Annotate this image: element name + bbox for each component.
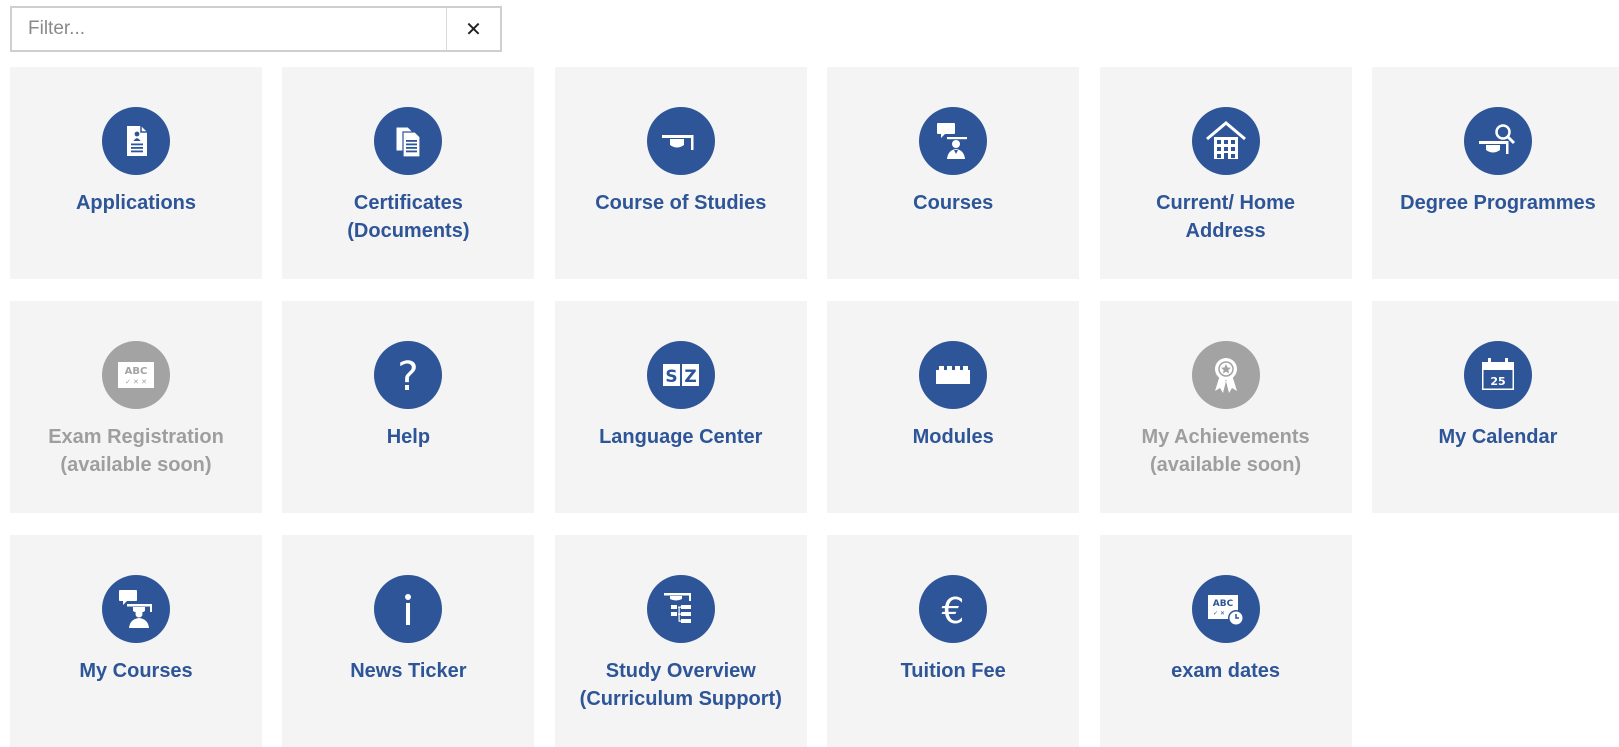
tile-current-home-address[interactable]: Current/ Home Address xyxy=(1099,67,1352,279)
tile-label: Course of Studies xyxy=(595,192,767,214)
tile-label: Current/ Home Address xyxy=(1156,192,1296,242)
tile-label: Degree Programmes xyxy=(1400,192,1596,214)
calendar-icon: 25 xyxy=(1463,341,1532,409)
svg-text:S: S xyxy=(665,367,677,387)
svg-text:✓ ✕ ✕: ✓ ✕ ✕ xyxy=(125,378,147,386)
house-icon xyxy=(1191,107,1260,175)
tile-my-achievements[interactable]: My Achievements (available soon) xyxy=(1099,301,1352,513)
tile-label: Courses xyxy=(913,192,994,214)
tile-label: Help xyxy=(386,426,431,448)
filter-input[interactable] xyxy=(12,8,446,50)
tile-label: My Calendar xyxy=(1438,426,1558,448)
close-icon: ✕ xyxy=(465,17,482,41)
tile-label: My Courses xyxy=(79,660,193,682)
svg-text:Z: Z xyxy=(684,367,696,387)
svg-text:€: € xyxy=(942,591,965,631)
award-ribbon-icon xyxy=(1191,341,1260,409)
filter-box: ✕ xyxy=(10,6,502,52)
svg-text:ABC: ABC xyxy=(125,366,148,377)
lecturer-speech-icon xyxy=(919,107,988,175)
tile-label: Tuition Fee xyxy=(900,660,1006,682)
tile-modules[interactable]: Modules xyxy=(827,301,1080,513)
tile-label: News Ticker xyxy=(350,660,467,682)
tile-courses[interactable]: Courses xyxy=(827,67,1080,279)
app-tile-grid: Applications Certificates (Documents) Co… xyxy=(10,67,1619,747)
tile-language-center[interactable]: S Z Language Center xyxy=(554,301,807,513)
student-speech-icon xyxy=(102,575,170,643)
euro-icon: € xyxy=(919,575,988,643)
certificates-documents-icon xyxy=(374,107,443,175)
tile-degree-programmes[interactable]: Degree Programmes xyxy=(1371,67,1619,279)
tile-label: Language Center xyxy=(599,426,763,448)
curriculum-tree-icon xyxy=(646,575,715,643)
tile-label: Modules xyxy=(912,426,994,448)
tile-tuition-fee[interactable]: € Tuition Fee xyxy=(827,535,1080,747)
tile-exam-registration[interactable]: ABC ✓ ✕ ✕ Exam Registration (available so… xyxy=(10,301,262,513)
clear-filter-button[interactable]: ✕ xyxy=(446,8,500,50)
tile-label: Certificates (Documents) xyxy=(347,192,470,242)
tile-my-calendar[interactable]: 25 My Calendar xyxy=(1371,301,1619,513)
abc-exam-board-icon: ABC ✓ ✕ ✕ xyxy=(102,341,170,409)
svg-text:25: 25 xyxy=(1490,375,1505,388)
building-block-icon xyxy=(919,341,988,409)
tile-label: exam dates xyxy=(1171,660,1281,682)
tile-news-ticker[interactable]: News Ticker xyxy=(282,535,535,747)
mortarboard-magnifier-icon xyxy=(1463,107,1532,175)
svg-text:✓ ✕: ✓ ✕ xyxy=(1213,610,1225,617)
question-mark-icon: ? xyxy=(374,341,443,409)
tile-exam-dates[interactable]: ABC ✓ ✕ exam dates xyxy=(1099,535,1352,747)
application-document-icon xyxy=(102,107,170,175)
svg-text:ABC: ABC xyxy=(1212,599,1233,609)
exam-dates-clock-icon: ABC ✓ ✕ xyxy=(1191,575,1260,643)
info-icon xyxy=(374,575,443,643)
mortarboard-icon xyxy=(646,107,715,175)
language-sz-icon: S Z xyxy=(646,341,715,409)
tile-course-of-studies[interactable]: Course of Studies xyxy=(554,67,807,279)
tile-label: Study Overview (Curriculum Support) xyxy=(579,660,782,710)
tile-label: Applications xyxy=(75,192,196,214)
svg-text:?: ? xyxy=(398,354,419,397)
tile-certificates[interactable]: Certificates (Documents) xyxy=(282,67,535,279)
tile-my-courses[interactable]: My Courses xyxy=(10,535,262,747)
tile-label: My Achievements (available soon) xyxy=(1141,426,1310,476)
tile-study-overview[interactable]: Study Overview (Curriculum Support) xyxy=(554,535,807,747)
tile-help[interactable]: ? Help xyxy=(282,301,535,513)
tile-label: Exam Registration (available soon) xyxy=(48,426,224,476)
tile-applications[interactable]: Applications xyxy=(10,67,262,279)
